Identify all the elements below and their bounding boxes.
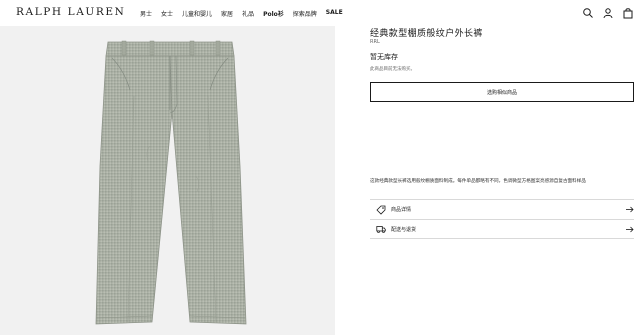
product-image[interactable] xyxy=(0,26,335,335)
search-icon[interactable] xyxy=(582,7,594,19)
arrow-right-icon xyxy=(626,206,634,213)
tag-icon xyxy=(376,205,386,215)
main-nav: 男士 女士 儿童和婴儿 家居 礼品 Polo衫 探索品牌 SALE xyxy=(140,9,343,18)
arrow-right-icon xyxy=(626,226,634,233)
nav-item-home[interactable]: 家居 xyxy=(221,9,233,18)
product-title: 经典款型棚质般纹户外长裤 xyxy=(370,29,483,39)
trousers-image xyxy=(95,40,247,325)
nav-item-kids[interactable]: 儿童和婴儿 xyxy=(182,9,212,18)
accordion-shipping-returns[interactable]: 配送与退货 xyxy=(370,219,634,239)
product-details: 经典款型棚质般纹户外长裤 RRL 暂无库存 此商品目前无法购买。 选购相似商品 … xyxy=(370,26,634,335)
site-header: RALPH LAUREN 男士 女士 儿童和婴儿 家居 礼品 Polo衫 探索品… xyxy=(0,0,640,26)
product-description: 这款经典款型长裤选用般纹棚质面料制成。每件单品都略有不同，色调微型方格图案亮感源… xyxy=(370,179,586,184)
nav-item-men[interactable]: 男士 xyxy=(140,9,152,18)
stock-note: 此商品目前无法购买。 xyxy=(370,67,415,72)
brand-label: RRL xyxy=(370,39,380,45)
user-icon[interactable] xyxy=(602,7,614,19)
delivery-icon xyxy=(376,226,386,234)
accordion-label-shipping: 配送与退货 xyxy=(391,226,417,233)
nav-item-explore-brand[interactable]: 探索品牌 xyxy=(293,9,317,18)
shopping-bag-icon[interactable] xyxy=(622,7,634,19)
accordion-product-details[interactable]: 商品详情 xyxy=(370,199,634,219)
header-actions xyxy=(582,7,634,19)
stock-status: 暂无库存 xyxy=(370,53,398,61)
nav-item-polo[interactable]: Polo衫 xyxy=(263,9,284,18)
nav-item-gifts[interactable]: 礼品 xyxy=(242,9,254,18)
accordion-label-details: 商品详情 xyxy=(391,207,412,213)
shop-similar-button[interactable]: 选购相似商品 xyxy=(370,82,634,102)
brand-logo[interactable]: RALPH LAUREN xyxy=(16,6,125,18)
nav-item-sale[interactable]: SALE xyxy=(326,9,343,18)
nav-item-women[interactable]: 女士 xyxy=(161,9,173,18)
